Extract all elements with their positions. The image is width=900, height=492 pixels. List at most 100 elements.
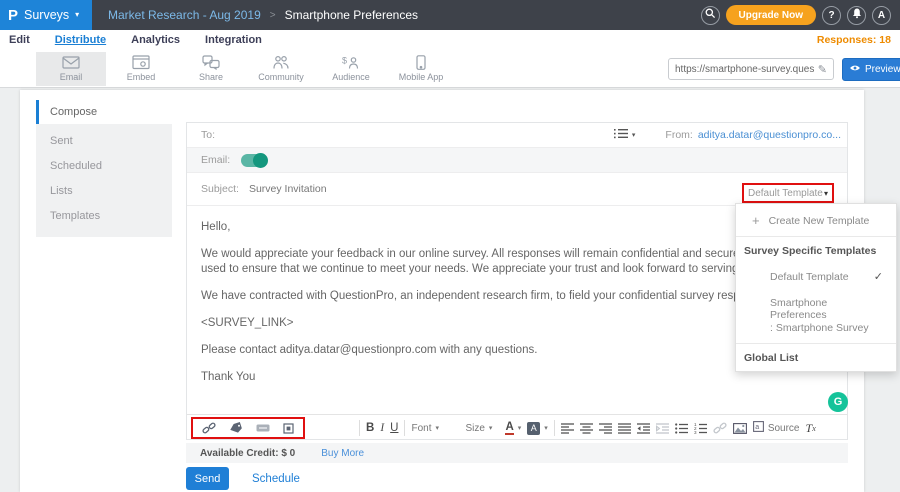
responses-count[interactable]: Responses: 18: [817, 34, 891, 46]
from-label: From:: [665, 129, 692, 141]
merge-tools-annotation-box: [191, 417, 305, 439]
template-dropdown-menu: + Create New Template Survey Specific Te…: [735, 203, 897, 372]
sidebar-item-compose[interactable]: Compose: [36, 100, 172, 124]
email-merge-icon[interactable]: [256, 423, 270, 433]
help-button[interactable]: ?: [822, 6, 841, 25]
hyperlink-button[interactable]: [713, 422, 727, 434]
survey-url-value: https://smartphone-survey.questionpro: [675, 64, 814, 75]
sidebar-item-sent[interactable]: Sent: [36, 129, 172, 154]
tab-integration[interactable]: Integration: [205, 34, 262, 46]
image-button[interactable]: [733, 423, 747, 434]
bold-button[interactable]: B: [366, 422, 374, 434]
italic-button[interactable]: I: [380, 422, 384, 434]
embed-frame-icon[interactable]: [283, 423, 294, 434]
font-dropdown[interactable]: Font ▾: [411, 423, 459, 434]
mobile-phone-icon: [411, 55, 431, 70]
tab-analytics[interactable]: Analytics: [131, 34, 180, 46]
toolbar-divider: [404, 420, 405, 436]
edit-url-pencil-icon[interactable]: ✎: [818, 63, 827, 76]
channel-tab-community[interactable]: Community: [246, 52, 316, 86]
svg-text:3: 3: [694, 430, 697, 434]
send-row: Send Schedule: [186, 467, 300, 490]
survey-url-field[interactable]: https://smartphone-survey.questionpro ✎: [668, 58, 834, 80]
align-right-button[interactable]: [599, 423, 612, 434]
underline-button[interactable]: U: [390, 422, 398, 434]
audience-dollar-icon: $: [341, 55, 361, 70]
editor-toolbar: B I U Font ▾ Size ▾ A ▾: [187, 414, 847, 441]
bg-color-button[interactable]: A ▾: [527, 422, 548, 435]
surveys-menu-label: Surveys: [24, 8, 69, 22]
tab-edit[interactable]: Edit: [9, 34, 30, 46]
insert-link-icon[interactable]: [202, 422, 216, 434]
source-doc-icon: a: [753, 421, 764, 435]
template-dropdown-button[interactable]: Default Template ▾: [742, 183, 834, 203]
sidebar-item-templates[interactable]: Templates: [36, 204, 172, 229]
avatar[interactable]: A: [872, 6, 891, 25]
decrease-indent-button[interactable]: [637, 423, 650, 434]
breadcrumb-survey-link[interactable]: Market Research - Aug 2019: [108, 8, 261, 22]
select-list-button[interactable]: ▾: [614, 126, 636, 144]
buy-more-link[interactable]: Buy More: [321, 448, 364, 459]
bell-icon: [852, 8, 862, 22]
subject-label: Subject:: [201, 183, 239, 195]
channel-tab-share[interactable]: Share: [176, 52, 246, 86]
chevron-down-icon: ▾: [489, 424, 493, 432]
chevron-down-icon: ▾: [435, 424, 439, 432]
smartphone-template-option[interactable]: Smartphone Preferences: [736, 290, 896, 321]
plus-icon: +: [752, 214, 760, 227]
template-selected-value: Default Template: [748, 188, 823, 199]
sidebar-group: Sent Scheduled Lists Templates: [36, 124, 172, 237]
toolbar-divider: [359, 420, 360, 436]
from-email-value[interactable]: aditya.datar@questionpro.co...: [698, 129, 841, 141]
increase-indent-button[interactable]: [656, 423, 669, 434]
sidebar-item-lists[interactable]: Lists: [36, 179, 172, 204]
search-button[interactable]: [701, 6, 720, 25]
grammarly-icon[interactable]: G: [828, 392, 848, 412]
survey-templates-header: Survey Specific Templates: [736, 237, 896, 264]
align-left-button[interactable]: [561, 423, 574, 434]
distribute-channel-bar: Email Embed Share Community $ Audience: [0, 50, 900, 88]
tag-icon[interactable]: [229, 422, 243, 434]
svg-text:a: a: [755, 424, 759, 431]
preview-button[interactable]: Preview: [842, 58, 900, 81]
channel-tab-embed[interactable]: Embed: [106, 52, 176, 86]
toggle-knob: [253, 153, 268, 168]
text-color-button[interactable]: A ▾: [505, 422, 521, 435]
search-icon: [705, 8, 716, 22]
create-new-template-option[interactable]: + Create New Template: [736, 204, 896, 236]
bullet-list-button[interactable]: [675, 423, 688, 434]
schedule-link[interactable]: Schedule: [252, 473, 300, 485]
embed-window-icon: [131, 55, 151, 70]
remove-format-button[interactable]: Tx: [806, 421, 816, 436]
chevron-down-icon: ▾: [824, 189, 828, 198]
align-justify-button[interactable]: [618, 423, 631, 434]
global-list-header[interactable]: Global List: [736, 344, 896, 371]
channel-tab-mobile-app[interactable]: Mobile App: [386, 52, 456, 86]
channel-tab-email[interactable]: Email: [36, 52, 106, 86]
channel-tab-audience[interactable]: $ Audience: [316, 52, 386, 86]
chevron-down-icon: ▾: [632, 131, 636, 139]
chevron-down-icon: ▾: [75, 11, 79, 19]
email-label: Email:: [201, 154, 230, 166]
surveys-menu[interactable]: P Surveys ▾: [0, 0, 92, 30]
sidebar-item-scheduled[interactable]: Scheduled: [36, 154, 172, 179]
numbered-list-button[interactable]: 123: [694, 423, 707, 434]
size-dropdown[interactable]: Size ▾: [465, 423, 499, 434]
smartphone-template-option-line2[interactable]: : Smartphone Survey: [736, 321, 896, 343]
upgrade-now-button[interactable]: Upgrade Now: [726, 5, 816, 25]
svg-text:$: $: [342, 56, 347, 66]
chevron-down-icon: ▾: [518, 424, 522, 432]
send-button[interactable]: Send: [186, 467, 229, 490]
breadcrumb-separator: >: [270, 10, 276, 21]
subject-value[interactable]: Survey Invitation: [249, 183, 327, 195]
align-center-button[interactable]: [580, 423, 593, 434]
email-envelope-icon: [61, 55, 81, 70]
default-template-option[interactable]: Default Template ✓: [736, 264, 896, 290]
toolbar-divider: [554, 420, 555, 436]
breadcrumb: Market Research - Aug 2019 > Smartphone …: [108, 8, 418, 22]
to-row: To: ▾ From: aditya.datar@questionpro.co.…: [187, 123, 847, 148]
source-button[interactable]: a Source: [753, 421, 800, 435]
notifications-button[interactable]: [847, 6, 866, 25]
email-toggle[interactable]: [241, 154, 267, 167]
tab-distribute[interactable]: Distribute: [55, 34, 106, 46]
